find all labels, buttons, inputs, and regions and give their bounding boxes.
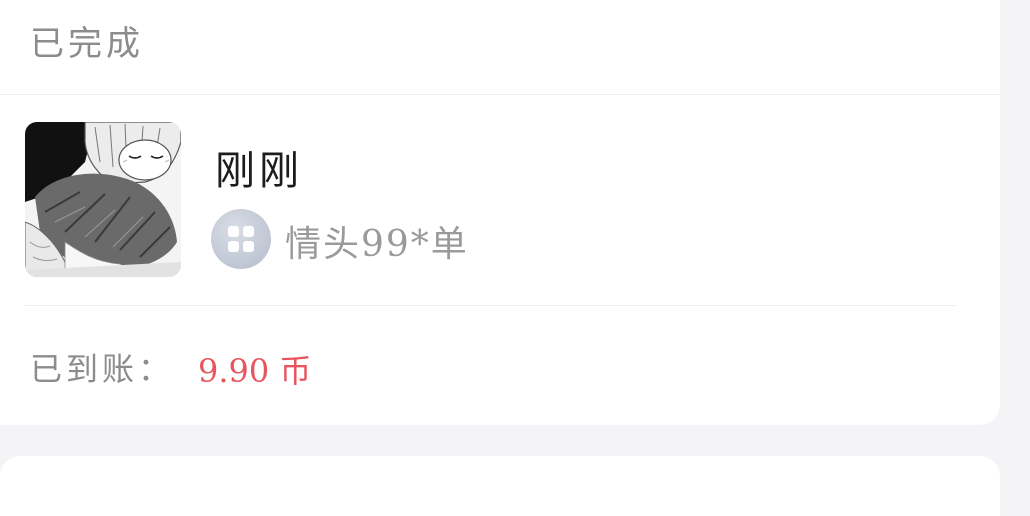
status-header: 已完成 (30, 24, 144, 64)
product-tag-text: 情头99*单 (285, 224, 469, 265)
content-divider (25, 305, 956, 306)
grid-apps-icon (211, 209, 271, 269)
order-card[interactable]: 已完成 刚刚 情头99*单 已到账： 9.90 币 (0, 0, 1000, 425)
user-name: 刚刚 (215, 148, 303, 194)
cover-image[interactable] (25, 122, 181, 277)
amount-value: 9.90 币 (198, 352, 312, 390)
next-order-card[interactable] (0, 456, 1000, 516)
header-divider (0, 94, 1000, 95)
anime-avatar-image (25, 122, 181, 277)
amount-label: 已到账： (30, 350, 175, 388)
